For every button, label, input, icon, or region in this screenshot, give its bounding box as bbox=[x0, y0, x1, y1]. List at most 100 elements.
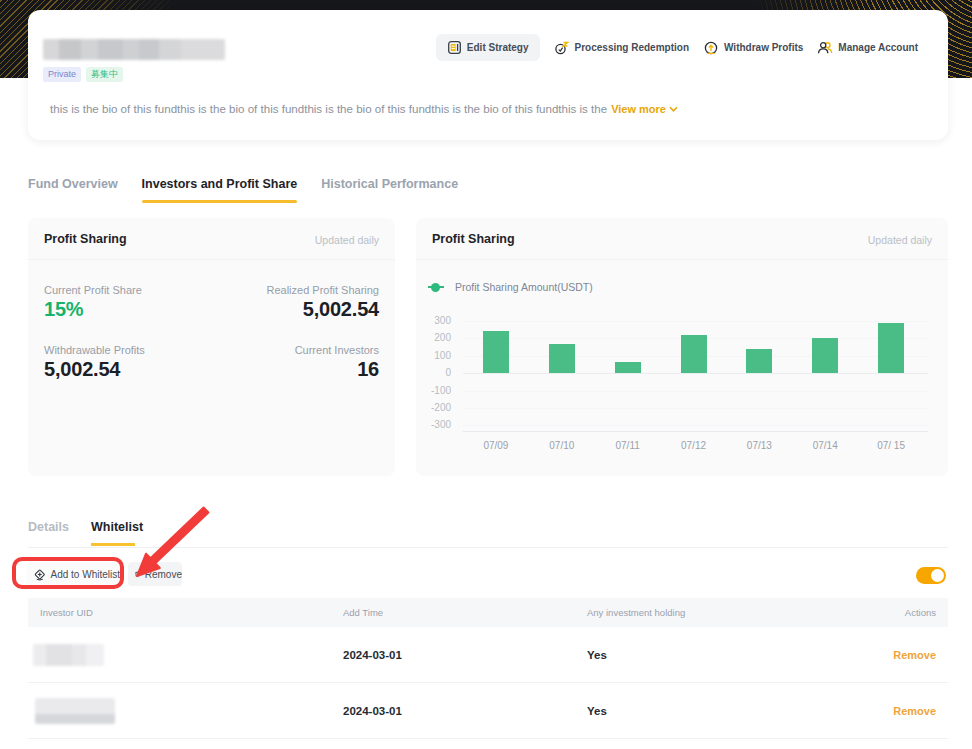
stat-label-realized-profit-sharing: Realized Profit Sharing bbox=[266, 284, 379, 296]
bar-slot bbox=[661, 321, 727, 373]
withdraw-profits-button[interactable]: Withdraw Profits bbox=[703, 40, 803, 56]
stat-value-realized-profit-sharing: 5,002.54 bbox=[303, 298, 379, 321]
stat-value-withdrawable-profits: 5,002.54 bbox=[44, 358, 120, 381]
chevron-down-icon bbox=[669, 106, 678, 112]
investor-uid-redacted bbox=[33, 644, 104, 666]
bar-slot bbox=[595, 321, 661, 373]
edit-strategy-button[interactable]: Edit Strategy bbox=[436, 34, 540, 61]
bar bbox=[615, 362, 641, 373]
bar-slot bbox=[726, 321, 792, 373]
card-title: Profit Sharing bbox=[44, 232, 127, 246]
private-badge: Private bbox=[43, 67, 81, 82]
investor-uid-redacted bbox=[35, 698, 115, 724]
processing-redemption-button[interactable]: Processing Redemption bbox=[554, 40, 689, 56]
bar bbox=[483, 331, 509, 373]
cell-holding: Yes bbox=[575, 649, 865, 661]
table-row: 2024-03-01 Yes Remove bbox=[28, 627, 948, 683]
bio-text: this is the bio of this fundthis is the … bbox=[50, 103, 607, 115]
bar-slot bbox=[529, 321, 595, 373]
edit-strategy-icon bbox=[447, 40, 462, 55]
main-tabs: Fund Overview Investors and Profit Share… bbox=[28, 177, 458, 200]
recruiting-badge: 募集中 bbox=[86, 67, 123, 82]
x-tick-label: 07/ 15 bbox=[858, 440, 924, 451]
card-header: Profit Sharing Updated daily bbox=[28, 218, 395, 260]
bar-slot bbox=[858, 321, 924, 373]
bar bbox=[681, 335, 707, 373]
bar bbox=[878, 323, 904, 373]
tabs-divider bbox=[28, 547, 948, 548]
y-tick-label: 0 bbox=[416, 368, 451, 378]
bar-slot bbox=[792, 321, 858, 373]
tab-historical-performance[interactable]: Historical Performance bbox=[321, 177, 458, 200]
chart-plot bbox=[463, 321, 924, 373]
gridline bbox=[463, 391, 928, 392]
tab-details[interactable]: Details bbox=[28, 520, 69, 544]
y-tick-label: 300 bbox=[416, 316, 451, 326]
whitelist-toggle[interactable] bbox=[916, 567, 946, 584]
stat-label-current-profit-share: Current Profit Share bbox=[44, 284, 142, 296]
card-header: Profit Sharing Updated daily bbox=[416, 218, 948, 260]
x-tick-label: 07/13 bbox=[726, 440, 792, 451]
updated-daily-label: Updated daily bbox=[315, 234, 379, 246]
manage-account-button[interactable]: Manage Account bbox=[817, 40, 918, 56]
withdraw-profits-label: Withdraw Profits bbox=[724, 42, 803, 53]
y-tick-label: -200 bbox=[416, 403, 451, 413]
remove-button-label: Remove bbox=[145, 569, 182, 580]
gridline bbox=[463, 425, 928, 426]
tab-investors-profit-share[interactable]: Investors and Profit Share bbox=[142, 177, 298, 200]
updated-daily-label: Updated daily bbox=[868, 234, 932, 246]
gridline bbox=[463, 408, 928, 409]
trash-icon bbox=[134, 567, 141, 581]
bar bbox=[746, 349, 772, 373]
card-title: Profit Sharing bbox=[432, 232, 515, 246]
processing-redemption-label: Processing Redemption bbox=[575, 42, 689, 53]
fund-header-card: Private 募集中 Edit Strategy Processing Red… bbox=[28, 10, 948, 140]
add-to-whitelist-button[interactable]: Add to Whitelist bbox=[27, 562, 120, 586]
tab-whitelist[interactable]: Whitelist bbox=[91, 520, 143, 544]
view-more-label: View more bbox=[611, 103, 666, 115]
withdraw-profits-icon bbox=[703, 40, 719, 56]
x-tick-label: 07/14 bbox=[792, 440, 858, 451]
y-tick-label: -100 bbox=[416, 386, 451, 396]
y-tick-label: 200 bbox=[416, 333, 451, 343]
y-tick-label: 100 bbox=[416, 351, 451, 361]
y-tick-label: -300 bbox=[416, 420, 451, 430]
chart-xlabels: 07/0907/1007/1107/1207/1307/1407/ 15 bbox=[463, 440, 924, 451]
view-more-link[interactable]: View more bbox=[611, 103, 678, 115]
header-actions: Edit Strategy Processing Redemption With… bbox=[436, 34, 918, 61]
add-icon bbox=[33, 567, 47, 582]
remove-button[interactable]: Remove bbox=[128, 562, 182, 586]
tab-fund-overview[interactable]: Fund Overview bbox=[28, 177, 118, 200]
row-remove-link[interactable]: Remove bbox=[893, 649, 936, 661]
profit-sharing-chart-card: Profit Sharing Updated daily Profit Shar… bbox=[416, 218, 948, 476]
add-to-whitelist-label: Add to Whitelist bbox=[51, 569, 120, 580]
x-tick-label: 07/09 bbox=[463, 440, 529, 451]
x-tick-label: 07/10 bbox=[529, 440, 595, 451]
edit-strategy-label: Edit Strategy bbox=[467, 42, 529, 53]
legend-marker-icon bbox=[428, 286, 444, 288]
chart-legend: Profit Sharing Amount(USDT) bbox=[428, 281, 593, 293]
bar bbox=[549, 344, 575, 373]
badges: Private 募集中 bbox=[43, 67, 123, 82]
detail-tabs: Details Whitelist bbox=[28, 520, 143, 544]
processing-redemption-icon bbox=[554, 40, 570, 56]
manage-account-icon bbox=[817, 40, 833, 56]
row-remove-link[interactable]: Remove bbox=[893, 705, 936, 717]
stat-value-current-profit-share: 15% bbox=[44, 298, 83, 321]
col-header-investor-uid: Investor UID bbox=[28, 607, 331, 618]
col-header-any-investment-holding: Any investment holding bbox=[575, 607, 865, 618]
stat-label-current-investors: Current Investors bbox=[295, 344, 379, 356]
stat-label-withdrawable-profits: Withdrawable Profits bbox=[44, 344, 145, 356]
cell-add-time: 2024-03-01 bbox=[331, 649, 575, 661]
legend-label: Profit Sharing Amount(USDT) bbox=[455, 281, 593, 293]
col-header-add-time: Add Time bbox=[331, 607, 575, 618]
manage-account-label: Manage Account bbox=[838, 42, 918, 53]
table-row: 2024-03-01 Yes Remove bbox=[28, 683, 948, 739]
fund-title-redacted bbox=[43, 39, 225, 60]
stat-value-current-investors: 16 bbox=[357, 358, 379, 381]
fund-bio: this is the bio of this fundthis is the … bbox=[50, 103, 678, 115]
bar bbox=[812, 338, 838, 373]
chart-axis-line bbox=[463, 431, 928, 432]
x-tick-label: 07/11 bbox=[595, 440, 661, 451]
cell-add-time: 2024-03-01 bbox=[331, 705, 575, 717]
